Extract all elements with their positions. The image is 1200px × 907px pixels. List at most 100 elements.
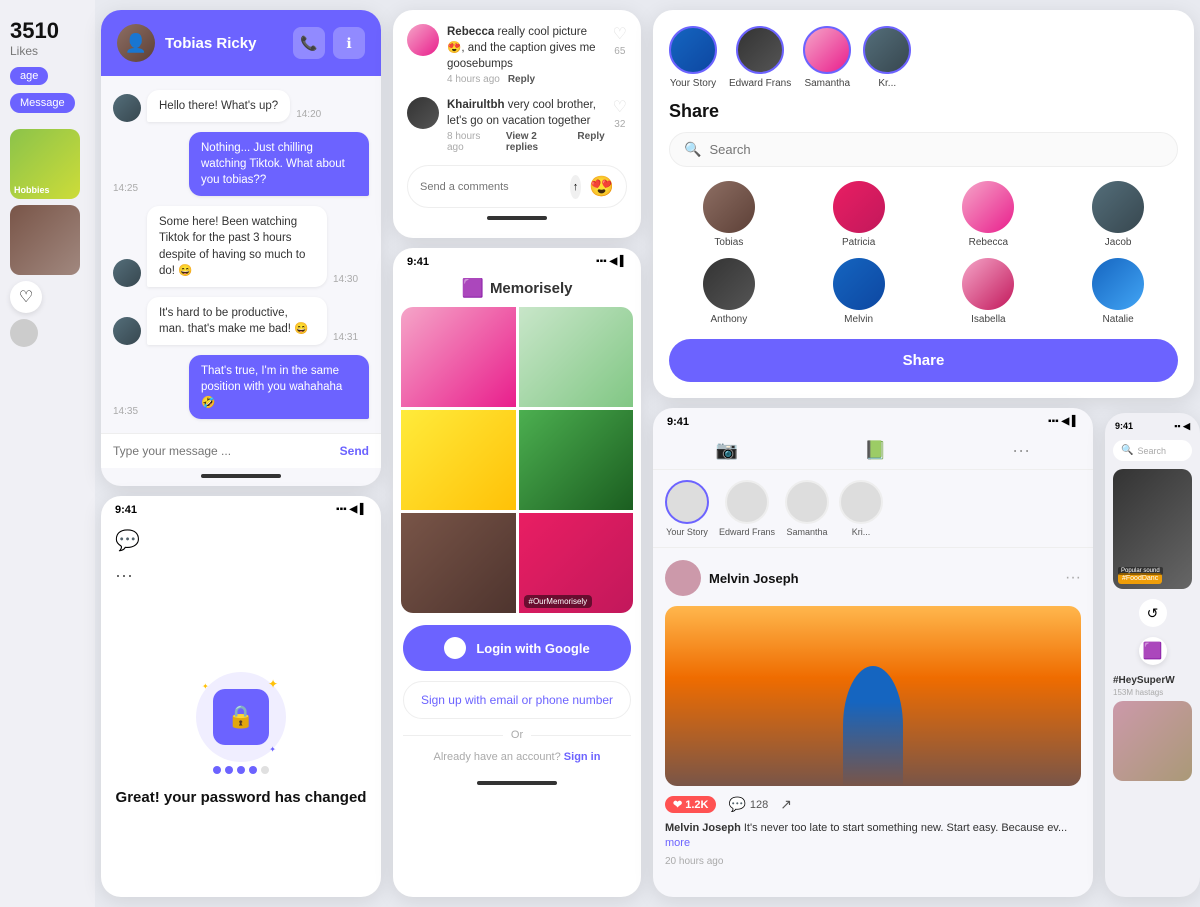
mem-photo-grid: #OurMemorisely bbox=[401, 307, 633, 613]
feed-post-body: Melvin Joseph It's never too late to sta… bbox=[665, 821, 1081, 852]
grid-cell-2 bbox=[519, 307, 634, 407]
share-panel: Your Story Edward Frans Samantha Kr... S… bbox=[653, 10, 1194, 398]
contact-tobias[interactable]: Tobias bbox=[669, 181, 789, 248]
share-stat[interactable]: ↗ bbox=[780, 796, 792, 813]
contact-avatar-natalie bbox=[1092, 258, 1144, 310]
login-google-button[interactable]: G Login with Google bbox=[403, 625, 631, 671]
comment-avatar-2 bbox=[407, 97, 439, 129]
age-tag[interactable]: age bbox=[10, 67, 48, 85]
share-title: Share bbox=[669, 101, 1178, 122]
app-root: 3510 Likes age Message Hobbies ♡ 👤 Tobia bbox=[0, 0, 1200, 907]
bottom-panels: 9:41 ▪▪▪ ◀ ▌ 📷 📗 ··· Your Story Edward bbox=[647, 403, 1200, 907]
story-avatar-edward bbox=[736, 26, 784, 74]
small-av bbox=[10, 319, 38, 347]
chat-time-3: 14:30 bbox=[333, 274, 358, 285]
right-main-column: Your Story Edward Frans Samantha Kr... S… bbox=[647, 0, 1200, 907]
info-button[interactable]: ℹ bbox=[333, 27, 365, 59]
star-icon-3: ✦ bbox=[269, 745, 276, 754]
story-kr[interactable]: Kr... bbox=[863, 26, 911, 89]
share-search-input[interactable] bbox=[709, 142, 885, 157]
star-icon-1: ✦ bbox=[268, 677, 278, 691]
share-search-bar[interactable]: 🔍 bbox=[669, 132, 1178, 167]
message-row-5: That's true, I'm in the same position wi… bbox=[113, 355, 369, 419]
share-button[interactable]: Share bbox=[669, 339, 1178, 382]
dot-4 bbox=[249, 766, 257, 774]
mem-logo-text: Memorisely bbox=[490, 280, 573, 297]
feed-post-header: Melvin Joseph ··· bbox=[665, 560, 1081, 596]
far-right-hashtag-2: #HeySuperW bbox=[1105, 669, 1200, 688]
nav-camera-icon[interactable]: 📷 bbox=[716, 440, 738, 461]
chat-contact-name: Tobias Ricky bbox=[165, 35, 283, 52]
sign-in-link[interactable]: Sign in bbox=[564, 751, 601, 763]
far-right-logo-btn[interactable]: 🟪 bbox=[1139, 637, 1167, 665]
feed-story-avatar-samantha bbox=[785, 480, 829, 524]
signup-email-button[interactable]: Sign up with email or phone number bbox=[403, 681, 631, 719]
feed-read-more[interactable]: more bbox=[665, 837, 690, 849]
feed-story-kri[interactable]: Kri... bbox=[839, 480, 883, 537]
chat-send-button[interactable]: Send bbox=[340, 444, 369, 458]
star-icon-2: ✦ bbox=[202, 682, 209, 691]
chat-header: 👤 Tobias Ricky 📞 ℹ bbox=[101, 10, 381, 76]
far-right-sub-1: Popular sound bbox=[1118, 567, 1163, 575]
comment-count[interactable]: 💬 128 bbox=[728, 796, 768, 813]
left-sidebar: 3510 Likes age Message Hobbies ♡ bbox=[0, 0, 95, 907]
mem-logo-icon: 🟪 bbox=[462, 278, 484, 299]
far-right-search-bar[interactable]: 🔍 Search bbox=[1113, 440, 1192, 461]
chat-message-input[interactable] bbox=[113, 444, 332, 458]
dot-1 bbox=[213, 766, 221, 774]
contact-isabella[interactable]: Isabella bbox=[929, 258, 1049, 325]
feed-story-samantha[interactable]: Samantha bbox=[785, 480, 829, 537]
feed-post-time: 20 hours ago bbox=[665, 856, 1081, 867]
feed-time: 9:41 bbox=[667, 416, 689, 428]
chat-bubble-3: Some here! Been watching Tiktok for the … bbox=[147, 206, 327, 286]
likes-label: Likes bbox=[10, 44, 85, 58]
hobbies-thumb[interactable]: Hobbies bbox=[10, 129, 80, 199]
call-button[interactable]: 📞 bbox=[293, 27, 325, 59]
password-panel: 9:41 ▪▪▪ ◀ ▌ 💬 ··· 🔒 ✦ ✦ ✦ bbox=[101, 496, 381, 897]
feed-post-avatar bbox=[665, 560, 701, 596]
mem-login-area: G Login with Google Sign up with email o… bbox=[393, 613, 641, 775]
feed-signal: ▪▪▪ ◀ ▌ bbox=[1048, 416, 1079, 428]
contact-jacob[interactable]: Jacob bbox=[1058, 181, 1178, 248]
feed-story-your[interactable]: Your Story bbox=[665, 480, 709, 537]
far-right-time: 9:41 bbox=[1115, 421, 1133, 432]
nav-book-icon[interactable]: 📗 bbox=[864, 440, 886, 461]
message-tab[interactable]: Message bbox=[10, 93, 75, 113]
emoji-reaction[interactable]: 😍 bbox=[589, 174, 614, 199]
contact-natalie[interactable]: Natalie bbox=[1058, 258, 1178, 325]
chat-contact-avatar: 👤 bbox=[117, 24, 155, 62]
comment-send-icon[interactable]: ↑ bbox=[570, 175, 581, 199]
comment-content-1: Rebecca really cool picture 😍, and the c… bbox=[447, 24, 605, 85]
like-count-badge[interactable]: ❤ 1.2K bbox=[665, 796, 716, 813]
message-row-2: Nothing... Just chilling watching Tiktok… bbox=[113, 132, 369, 196]
chat-time-5: 14:35 bbox=[113, 406, 138, 417]
feed-story-edward[interactable]: Edward Frans bbox=[719, 480, 775, 537]
far-right-girl-thumb[interactable] bbox=[1113, 701, 1192, 781]
story-your[interactable]: Your Story bbox=[669, 26, 717, 89]
contact-rebecca[interactable]: Rebecca bbox=[929, 181, 1049, 248]
contact-anthony[interactable]: Anthony bbox=[669, 258, 789, 325]
password-signal: ▪▪▪ ◀ ▌ bbox=[336, 504, 367, 516]
contact-avatar-tobias bbox=[703, 181, 755, 233]
far-right-post-thumb[interactable]: #FoodDanc Popular sound bbox=[1113, 469, 1192, 589]
comments-home-indicator bbox=[487, 216, 547, 220]
chat-header-actions: 📞 ℹ bbox=[293, 27, 365, 59]
heart-btn[interactable]: ♡ bbox=[10, 281, 42, 313]
refresh-button[interactable]: ↺ bbox=[1139, 599, 1167, 627]
three-dots-menu[interactable]: ··· bbox=[101, 561, 381, 590]
comment-content-2: Khairultbh very cool brother, let's go o… bbox=[447, 97, 605, 153]
feed-post-more-btn[interactable]: ··· bbox=[1065, 569, 1081, 587]
contact-patricia[interactable]: Patricia bbox=[799, 181, 919, 248]
comment-like-1[interactable]: ♡ 65 bbox=[613, 24, 627, 57]
story-edward[interactable]: Edward Frans bbox=[729, 26, 791, 89]
nav-dots-icon[interactable]: ··· bbox=[1012, 440, 1030, 461]
story-avatar-kr bbox=[863, 26, 911, 74]
memorisely-panel: 9:41 ▪▪▪ ◀ ▌ 🟪 Memorisely #OurMemorisely bbox=[393, 248, 641, 897]
contact-avatar-rebecca bbox=[962, 181, 1014, 233]
story-samantha[interactable]: Samantha bbox=[803, 26, 851, 89]
comment-input[interactable] bbox=[420, 181, 562, 193]
comment-input-area: ↑ 😍 bbox=[407, 165, 627, 208]
comment-like-2[interactable]: ♡ 32 bbox=[613, 97, 627, 130]
chat-bubble-nav-icon[interactable]: 💬 bbox=[101, 520, 381, 561]
contact-melvin[interactable]: Melvin bbox=[799, 258, 919, 325]
